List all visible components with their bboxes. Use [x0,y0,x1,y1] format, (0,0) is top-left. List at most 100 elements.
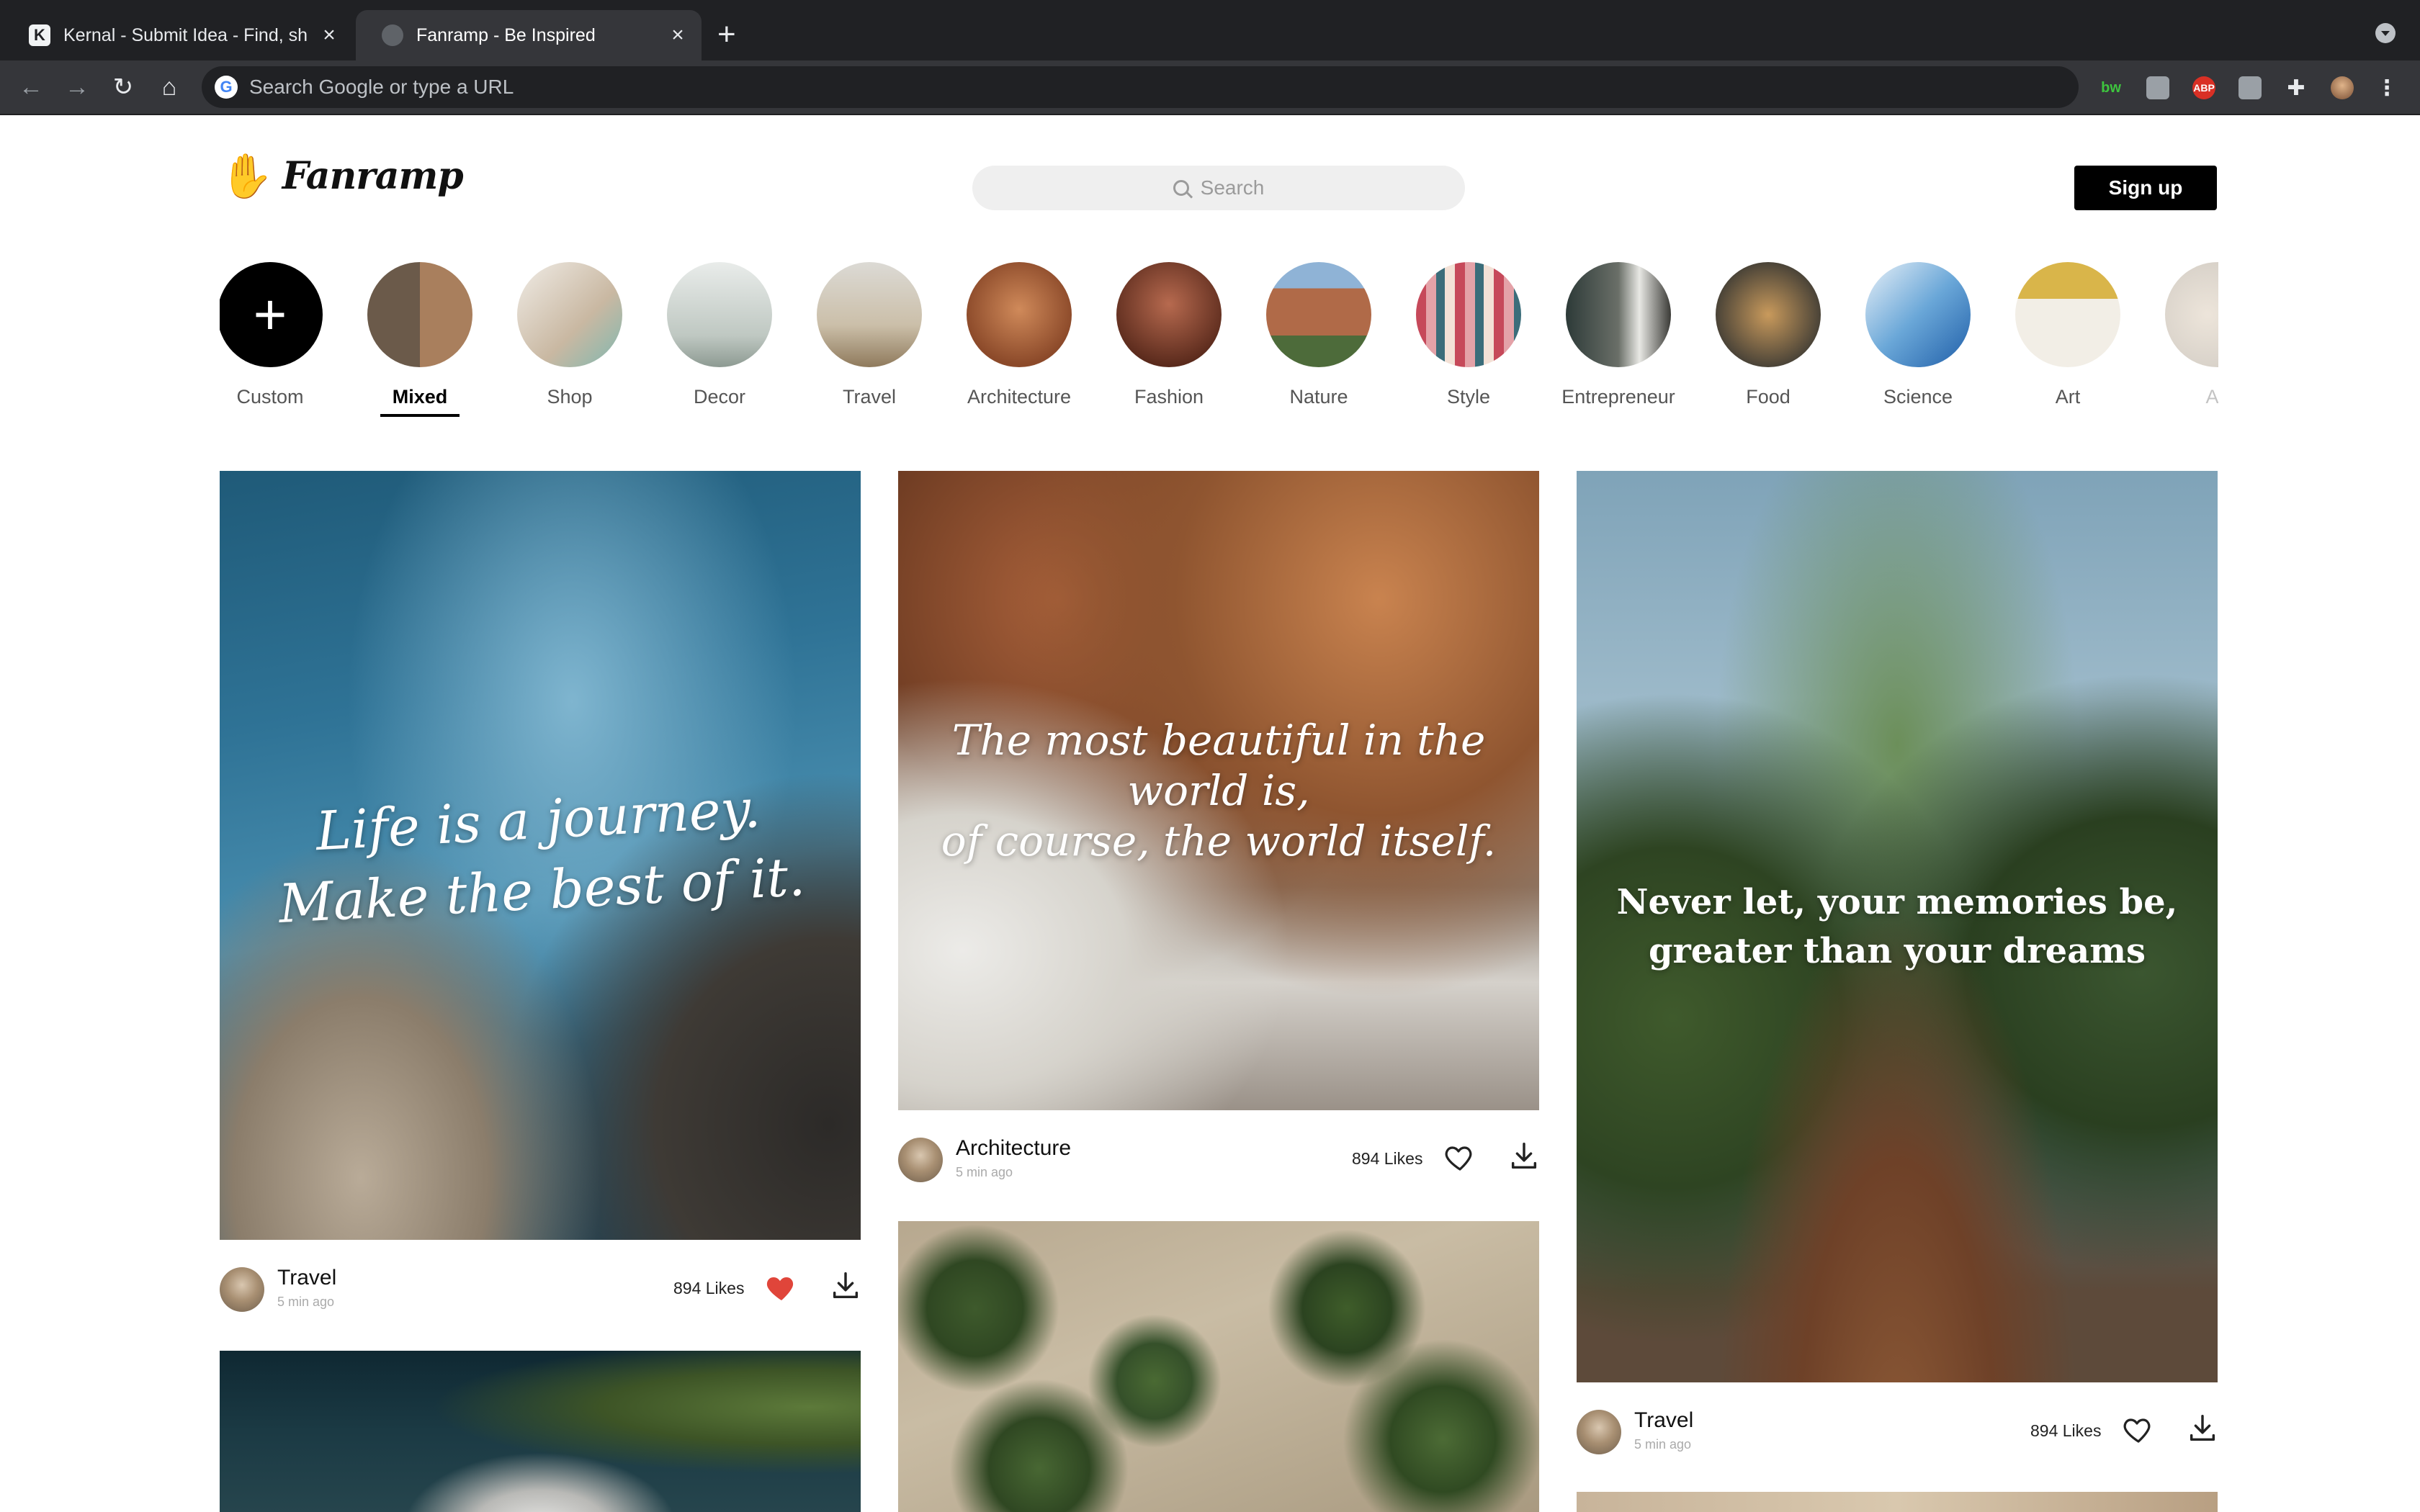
selected-underline [380,414,460,417]
post-meta: Travel 5 min ago 894 Likes [1577,1407,2218,1457]
puzzle-icon[interactable]: ✚ [2285,76,2308,100]
post-image[interactable]: The most beautiful in the world is, of c… [898,471,1539,1110]
heart-outline-icon[interactable] [2121,1413,2156,1447]
likes-count: 894 Likes [2030,1421,2102,1440]
category-thumbnail [1865,262,1971,367]
category-thumbnail [2015,262,2120,367]
category-label: Art [2055,386,2081,408]
category-strip: + Custom Mixed Shop Decor Travel Archite… [220,262,2218,420]
category-art[interactable]: Art [1993,262,2143,408]
heart-outline-icon[interactable] [1443,1140,1477,1175]
category-entrepreneur[interactable]: Entrepreneur [1543,262,1693,408]
category-architecture[interactable]: Architecture [944,262,1094,408]
download-icon[interactable] [2186,1411,2219,1446]
globe-favicon-icon [382,24,403,46]
search-placeholder: Search [1200,176,1265,199]
category-thumbnail [1416,262,1521,367]
category-custom[interactable]: + Custom [220,262,345,408]
category-style[interactable]: Style [1394,262,1543,408]
category-thumbnail [817,262,922,367]
pin-icon[interactable] [2238,76,2262,99]
post-meta: Travel 5 min ago 894 Likes [220,1264,861,1315]
tab-kernal[interactable]: K Kernal - Submit Idea - Find, sh × [3,10,353,60]
forward-arrow-icon[interactable]: → [60,71,94,104]
post-meta: Architecture 5 min ago 894 Likes [898,1135,1539,1185]
category-label: Nature [1289,386,1348,408]
post-image[interactable]: Life is a journey. Make the best of it. [220,471,861,1240]
category-label: Decor [693,386,746,408]
more-vert-icon[interactable]: ⋮ [2375,76,2398,100]
category-thumbnail [967,262,1072,367]
category-decor[interactable]: Decor [645,262,794,408]
back-arrow-icon[interactable]: ← [14,71,48,104]
browser-toolbar: ← → ↻ ⌂ G Search Google or type a URL bw… [0,60,2420,115]
category-thumbnail [1716,262,1821,367]
category-animals[interactable]: An [2143,262,2218,408]
post-time: 5 min ago [1634,1437,1692,1452]
address-placeholder: Search Google or type a URL [249,76,514,98]
category-label: An [2205,386,2218,408]
reload-icon[interactable]: ↻ [107,71,140,104]
plus-icon: + [220,262,323,367]
post-category[interactable]: Architecture [956,1136,1071,1161]
home-icon[interactable]: ⌂ [153,71,186,104]
heart-filled-icon[interactable] [764,1270,799,1305]
likes-count: 894 Likes [673,1279,745,1297]
category-label: Food [1746,386,1791,408]
category-label: Shop [547,386,593,408]
logo-text: Fanramp [282,154,464,198]
fanramp-logo[interactable]: ✋ Fanramp [220,154,464,198]
category-nature[interactable]: Nature [1244,262,1394,408]
close-tab-icon[interactable]: × [667,23,689,48]
browser-tab-strip: K Kernal - Submit Idea - Find, sh × Fanr… [0,0,2420,60]
search-input[interactable]: Search [972,166,1465,210]
post-image[interactable] [220,1351,861,1512]
category-thumbnail [667,262,772,367]
close-tab-icon[interactable]: × [318,23,340,48]
quote-text: Life is a journey. Make the best of it. [277,777,807,936]
category-shop[interactable]: Shop [495,262,645,408]
avatar[interactable] [220,1267,264,1312]
category-thumbnail [517,262,622,367]
category-label: Custom [236,386,304,408]
camera-icon[interactable] [2146,76,2169,99]
category-label: Style [1446,386,1491,408]
address-bar[interactable]: G Search Google or type a URL [202,66,2079,108]
category-thumbnail [1566,262,1671,367]
profile-avatar[interactable] [2331,76,2354,99]
category-thumbnail [367,262,472,367]
category-food[interactable]: Food [1693,262,1843,408]
category-travel[interactable]: Travel [794,262,944,408]
tab-title: Fanramp - Be Inspired [416,24,596,45]
post-image[interactable] [898,1221,1539,1512]
category-thumbnail [1116,262,1222,367]
category-mixed[interactable]: Mixed [345,262,495,417]
category-fashion[interactable]: Fashion [1094,262,1244,408]
post-category[interactable]: Travel [277,1266,336,1290]
post-time: 5 min ago [277,1295,335,1309]
category-science[interactable]: Science [1843,262,1993,408]
category-thumbnail [1266,262,1371,367]
category-label: Science [1883,386,1953,408]
search-icon [1173,180,1189,196]
category-label: Travel [842,386,896,408]
adblock-icon[interactable]: ABP [2192,76,2215,99]
quote-text: The most beautiful in the world is, of c… [941,716,1497,865]
tab-search-icon[interactable] [2375,23,2396,43]
likes-count: 894 Likes [1352,1149,1423,1168]
post-category[interactable]: Travel [1634,1408,1693,1433]
download-icon[interactable] [1507,1139,1541,1174]
avatar[interactable] [1577,1410,1621,1454]
tab-fanramp[interactable]: Fanramp - Be Inspired × [356,10,702,60]
download-icon[interactable] [829,1269,862,1303]
post-image[interactable]: Never let, your memories be, greater tha… [1577,471,2218,1382]
category-label: Architecture [967,386,1072,408]
category-thumbnail [2165,262,2218,367]
new-tab-button[interactable]: + [717,14,736,55]
post-image[interactable] [1577,1492,2218,1512]
avatar[interactable] [898,1138,943,1182]
signup-button[interactable]: Sign up [2074,166,2217,210]
quote-text: Never let, your memories be, greater tha… [1616,882,2178,971]
extension-bw[interactable]: bw [2099,76,2123,99]
post-time: 5 min ago [956,1165,1013,1179]
